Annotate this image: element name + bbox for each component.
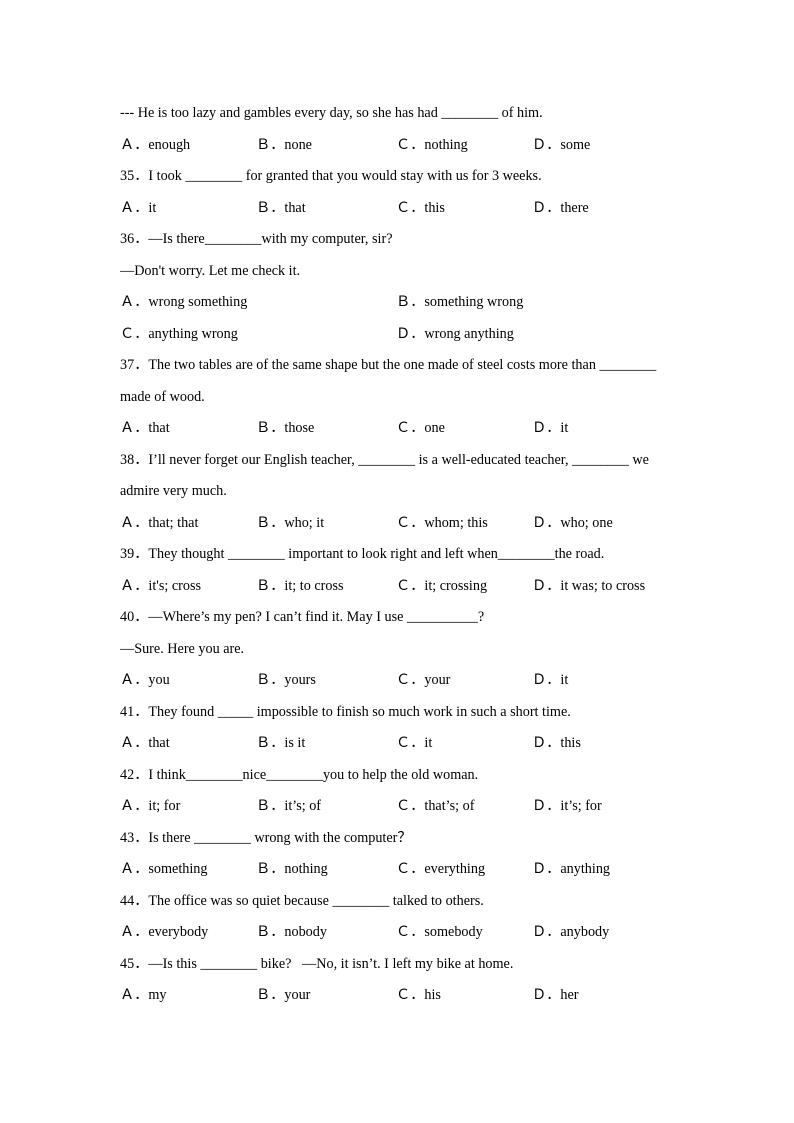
question-stem-line: 41．They found _____ impossible to finish… <box>120 703 571 720</box>
answer-options-row: Ａ．that; that Ｂ．who; it Ｃ．whom; this Ｄ．who; … <box>120 508 684 540</box>
question-stem-line: 44．The office was so quiet because _____… <box>120 892 484 909</box>
answer-option-d[interactable]: Ｄ．it’s; for <box>532 791 602 823</box>
answer-option-c[interactable]: Ｃ．his <box>396 980 532 1012</box>
answer-option-a[interactable]: Ａ．something <box>120 854 256 886</box>
answer-option-a[interactable]: Ａ．it; for <box>120 791 256 823</box>
answer-option-d[interactable]: Ｄ．it was; to cross <box>532 571 645 603</box>
answer-option-d[interactable]: Ｄ．who; one <box>532 508 613 540</box>
answer-option-b[interactable]: Ｂ．those <box>256 413 396 445</box>
question-stem-line: 45．—Is this ________ bike? —No, it isn’t… <box>120 955 514 972</box>
answer-option-a[interactable]: Ａ．wrong something <box>120 287 396 319</box>
question-stem-line: —Sure. Here you are. <box>120 640 245 657</box>
answer-options-row: Ｃ．anything wrong Ｄ．wrong anything <box>120 319 684 351</box>
answer-option-a[interactable]: Ａ．that <box>120 728 256 760</box>
answer-option-c[interactable]: Ｃ．it; crossing <box>396 571 532 603</box>
answer-option-a[interactable]: Ａ．it <box>120 193 256 225</box>
answer-option-d[interactable]: Ｄ．anybody <box>532 917 609 949</box>
answer-option-a[interactable]: Ａ．that; that <box>120 508 256 540</box>
answer-option-c[interactable]: Ｃ．that’s; of <box>396 791 532 823</box>
answer-option-b[interactable]: Ｂ．nobody <box>256 917 396 949</box>
answer-option-c[interactable]: Ｃ．your <box>396 665 532 697</box>
answer-option-a[interactable]: Ａ．my <box>120 980 256 1012</box>
worksheet-page: --- He is too lazy and gambles every day… <box>0 0 794 1123</box>
answer-option-a[interactable]: Ｃ．anything wrong <box>120 319 396 351</box>
answer-option-b[interactable]: Ｂ．your <box>256 980 396 1012</box>
answer-options-row: Ａ．that Ｂ．those Ｃ．one Ｄ．it <box>120 413 684 445</box>
answer-option-c[interactable]: Ｃ．somebody <box>396 917 532 949</box>
question-stem-line: --- He is too lazy and gambles every day… <box>120 105 543 121</box>
answer-option-b[interactable]: Ｂ．something wrong <box>396 287 523 319</box>
question-list: --- He is too lazy and gambles every day… <box>120 98 684 1012</box>
question-stem-line: 43．Is there ________ wrong with the comp… <box>120 829 412 846</box>
question-stem-line: admire very much. <box>120 483 227 499</box>
question-stem-line: 38．I’ll never forget our English teacher… <box>120 451 649 468</box>
answer-option-d[interactable]: Ｄ．anything <box>532 854 610 886</box>
answer-option-b[interactable]: Ｂ．none <box>256 130 396 162</box>
answer-option-d[interactable]: Ｄ．some <box>532 130 590 162</box>
question-stem-line: made of wood. <box>120 388 205 405</box>
answer-options-row: Ａ．wrong something Ｂ．something wrong <box>120 287 684 319</box>
answer-option-b[interactable]: Ｂ．who; it <box>256 508 396 540</box>
question-stem-line: —Don't worry. Let me check it. <box>120 262 301 279</box>
answer-options-row: Ａ．everybody Ｂ．nobody Ｃ．somebody Ｄ．anybody <box>120 917 684 949</box>
answer-option-a[interactable]: Ａ．everybody <box>120 917 256 949</box>
answer-option-c[interactable]: Ｃ．one <box>396 413 532 445</box>
answer-options-row: Ａ．you Ｂ．yours Ｃ．your Ｄ．it <box>120 665 684 697</box>
answer-option-d[interactable]: Ｄ．her <box>532 980 579 1012</box>
answer-options-row: Ａ．my Ｂ．your Ｃ．his Ｄ．her <box>120 980 684 1012</box>
answer-option-c[interactable]: Ｃ．this <box>396 193 532 225</box>
answer-option-b[interactable]: Ｂ．it’s; of <box>256 791 396 823</box>
answer-option-c[interactable]: Ｃ．everything <box>396 854 532 886</box>
answer-option-c[interactable]: Ｃ．it <box>396 728 532 760</box>
answer-options-row: Ａ．it's; cross Ｂ．it; to cross Ｃ．it; crossin… <box>120 571 684 603</box>
question-stem-line: 39．They thought ________ important to lo… <box>120 546 605 562</box>
answer-option-a[interactable]: Ａ．that <box>120 413 256 445</box>
answer-option-b[interactable]: Ｂ．it; to cross <box>256 571 396 603</box>
answer-options-row: Ａ．that Ｂ．is it Ｃ．it Ｄ．this <box>120 728 684 760</box>
answer-option-b[interactable]: Ｂ．that <box>256 193 396 225</box>
answer-option-d[interactable]: Ｄ．there <box>532 193 589 225</box>
answer-option-b[interactable]: Ｂ．nothing <box>256 854 396 886</box>
answer-options-row: Ａ．it Ｂ．that Ｃ．this Ｄ．there <box>120 193 684 225</box>
answer-options-row: Ａ．it; for Ｂ．it’s; of Ｃ．that’s; of Ｄ．it’s; f… <box>120 791 684 823</box>
answer-option-b[interactable]: Ｄ．wrong anything <box>396 319 514 351</box>
question-stem-line: 36．—Is there________with my computer, si… <box>120 231 393 247</box>
answer-option-d[interactable]: Ｄ．this <box>532 728 581 760</box>
question-stem-line: 37．The two tables are of the same shape … <box>120 357 657 373</box>
answer-option-a[interactable]: Ａ．it's; cross <box>120 571 256 603</box>
answer-option-d[interactable]: Ｄ．it <box>532 413 568 445</box>
answer-options-row: Ａ．something Ｂ．nothing Ｃ．everything Ｄ．anythi… <box>120 854 684 886</box>
answer-option-d[interactable]: Ｄ．it <box>532 665 568 697</box>
answer-option-a[interactable]: Ａ．you <box>120 665 256 697</box>
question-stem-line: 40．—Where’s my pen? I can’t find it. May… <box>120 609 485 625</box>
answer-option-b[interactable]: Ｂ．yours <box>256 665 396 697</box>
question-stem-line: 42．I think________nice________you to hel… <box>120 766 479 783</box>
question-stem-line: 35．I took ________ for granted that you … <box>120 168 542 184</box>
answer-option-a[interactable]: Ａ．enough <box>120 130 256 162</box>
answer-option-b[interactable]: Ｂ．is it <box>256 728 396 760</box>
answer-options-row: Ａ．enough Ｂ．none Ｃ．nothing Ｄ．some <box>120 130 684 162</box>
answer-option-c[interactable]: Ｃ．nothing <box>396 130 532 162</box>
answer-option-c[interactable]: Ｃ．whom; this <box>396 508 532 540</box>
